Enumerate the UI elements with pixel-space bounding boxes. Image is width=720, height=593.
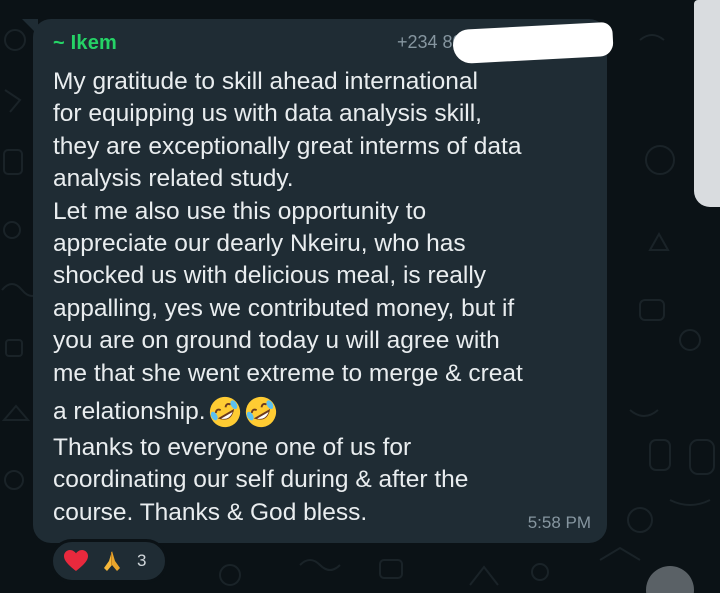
message-line: appalling, yes we contributed money, but… bbox=[53, 294, 515, 322]
message-line: shocked us with delicious meal, is reall… bbox=[53, 262, 487, 290]
reaction-count: 3 bbox=[137, 551, 147, 570]
message-line: My gratitude to skill ahead internationa… bbox=[53, 68, 478, 95]
message-line: analysis related study. bbox=[53, 165, 294, 193]
reactions-pill[interactable]: 3 bbox=[50, 539, 168, 583]
side-panel-edge bbox=[694, 0, 720, 207]
message-line: a relationship. bbox=[53, 397, 206, 425]
folded-hands-icon bbox=[104, 551, 120, 571]
message-line: for equipping us with data analysis skil… bbox=[53, 100, 482, 128]
phone-redaction bbox=[452, 21, 614, 65]
message-line: they are exceptionally great interms of … bbox=[53, 132, 522, 160]
sender-name[interactable]: ~ Ikem bbox=[53, 32, 117, 55]
message-line: you are on ground today u will agree wit… bbox=[53, 327, 500, 355]
red-heart-icon bbox=[64, 550, 88, 571]
message-emoji-line: a relationship. bbox=[53, 392, 599, 432]
message-text: My gratitude to skill ahead internationa… bbox=[53, 66, 599, 529]
message-line: appreciate our dearly Nkeiru, who has bbox=[53, 230, 466, 258]
message-line: me that she went extreme to merge & crea… bbox=[53, 359, 523, 387]
message-line: course. Thanks & God bless. bbox=[53, 498, 368, 526]
message-line: Thanks to everyone one of us for bbox=[53, 434, 412, 462]
message-timestamp: 5:58 PM bbox=[527, 513, 591, 532]
message-line: coordinating our self during & after the bbox=[53, 466, 469, 494]
rolling-on-floor-laughing-icon bbox=[245, 396, 276, 428]
rolling-on-floor-laughing-icon bbox=[209, 396, 240, 428]
message-bubble[interactable]: ~ Ikem +234 80 My gratitude to skill ahe… bbox=[33, 19, 614, 543]
message-line: Let me also use this opportunity to bbox=[53, 197, 427, 225]
